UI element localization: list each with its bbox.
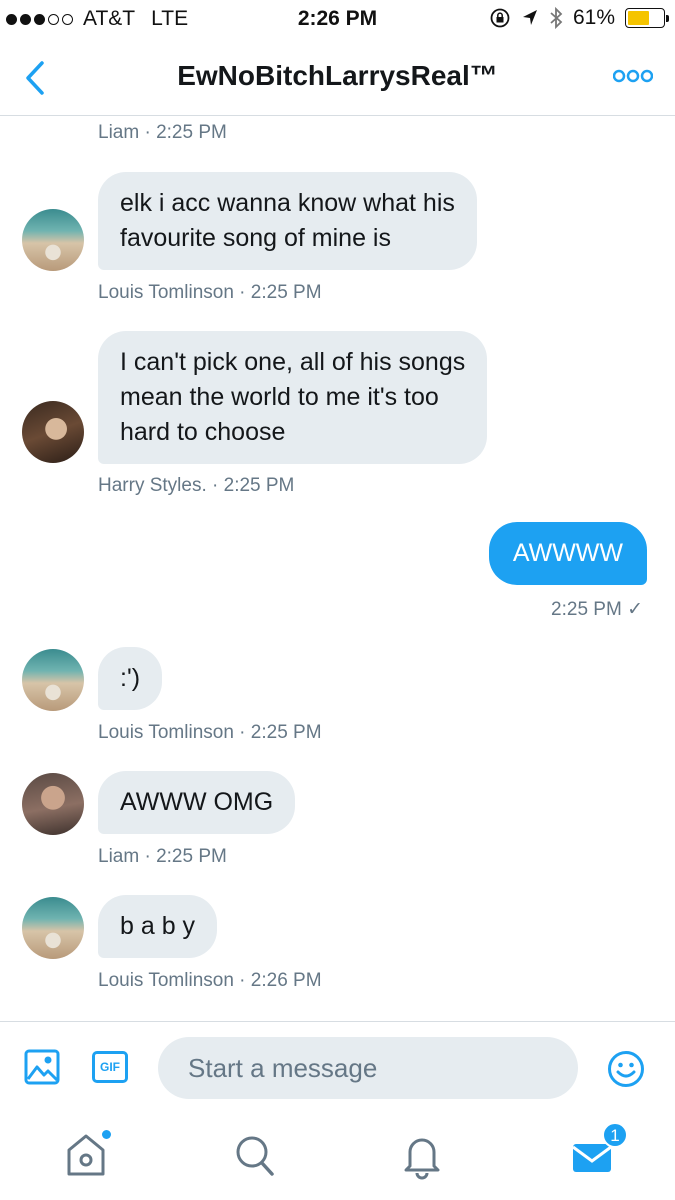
message-bubble: b a b y	[98, 895, 218, 958]
status-right: 61%	[489, 6, 669, 30]
bell-icon	[404, 1138, 440, 1180]
tab-bar: 1	[0, 1116, 675, 1200]
message-line: hard to choose	[120, 418, 286, 446]
tab-home[interactable]	[64, 1130, 111, 1180]
conversation-header: EwNoBitchLarrysReal™	[0, 40, 675, 116]
bluetooth-icon	[550, 6, 563, 30]
status-bar: AT&T LTE 2:26 PM 61%	[0, 0, 675, 38]
message-meta: Harry Styles. · 2:25 PM	[98, 475, 295, 496]
gif-button[interactable]: GIF	[92, 1051, 128, 1083]
tab-notifications[interactable]	[400, 1130, 444, 1180]
sent-message-meta: 2:25 PM ✓	[551, 599, 643, 620]
sent-message-bubble: AWWWW	[488, 522, 647, 585]
message-bubble: I can't pick one, all of his songs mean …	[98, 331, 488, 464]
home-notification-dot	[102, 1130, 111, 1139]
message-line: favourite song of mine is	[120, 224, 391, 252]
search-icon	[236, 1136, 274, 1176]
emoji-icon[interactable]	[607, 1050, 645, 1088]
message-meta: Liam · 2:25 PM	[98, 122, 227, 143]
message-line: I can't pick one, all of his songs	[120, 348, 466, 376]
message-bubble: :')	[98, 647, 163, 710]
avatar-harry-styles[interactable]	[22, 401, 84, 463]
tab-messages[interactable]: 1	[570, 1122, 628, 1180]
location-arrow-icon	[522, 10, 537, 25]
avatar-louis-tomlinson[interactable]	[22, 209, 84, 271]
message-bubble: AWWW OMG	[98, 771, 296, 834]
battery-fill	[628, 11, 649, 25]
battery-icon	[625, 8, 669, 28]
message-meta: Louis Tomlinson · 2:25 PM	[98, 282, 322, 303]
tab-search[interactable]	[232, 1130, 276, 1180]
message-composer: GIF	[0, 1021, 675, 1116]
avatar-louis-tomlinson[interactable]	[22, 649, 84, 711]
home-icon	[67, 1134, 105, 1176]
conversation-title: EwNoBitchLarrysReal™	[177, 60, 498, 91]
message-input[interactable]	[158, 1037, 578, 1099]
avatar-liam[interactable]	[22, 773, 84, 835]
battery-percent: 61%	[572, 6, 615, 29]
message-meta: Louis Tomlinson · 2:25 PM	[98, 722, 322, 743]
message-meta: Louis Tomlinson · 2:26 PM	[98, 970, 322, 991]
message-meta: Liam · 2:25 PM	[98, 846, 227, 867]
message-line: mean the world to me it's too	[120, 383, 439, 411]
message-line: elk i acc wanna know what his	[120, 189, 455, 217]
more-options-icon[interactable]	[613, 68, 653, 84]
image-icon[interactable]	[24, 1049, 60, 1085]
avatar-louis-tomlinson[interactable]	[22, 897, 84, 959]
message-bubble: elk i acc wanna know what his favourite …	[98, 172, 477, 270]
rotation-lock-icon	[490, 8, 510, 28]
messages-badge: 1	[602, 1122, 628, 1148]
